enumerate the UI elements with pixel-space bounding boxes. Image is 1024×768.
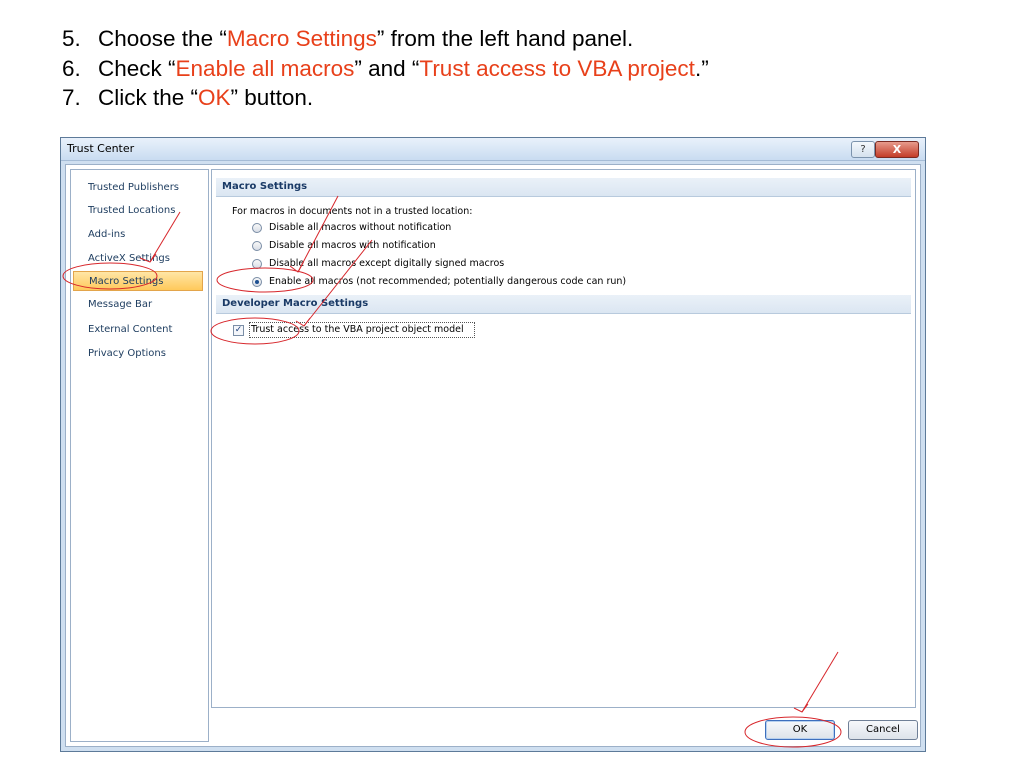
macro-settings-section-header: Macro Settings <box>216 178 911 197</box>
radio-disable-with-notification[interactable] <box>252 241 262 251</box>
help-icon: ? <box>860 144 866 155</box>
help-button[interactable]: ? <box>851 141 875 158</box>
nav-item-add-ins[interactable]: Add-ins <box>73 225 203 245</box>
developer-macro-section-header: Developer Macro Settings <box>216 295 911 314</box>
nav-item-message-bar[interactable]: Message Bar <box>73 295 203 315</box>
nav-item-trusted-publishers[interactable]: Trusted Publishers <box>73 178 203 198</box>
nav-item-external-content[interactable]: External Content <box>73 320 203 340</box>
ok-button[interactable]: OK <box>765 720 835 740</box>
instruction-line: 5. Choose the “Macro Settings” from the l… <box>62 24 709 54</box>
nav-item-trusted-locations[interactable]: Trusted Locations <box>73 201 203 221</box>
instruction-text: ” and “ <box>354 55 420 81</box>
settings-content-panel: Macro Settings For macros in documents n… <box>211 169 916 708</box>
step-number: 6. <box>62 55 81 81</box>
title-bar[interactable]: Trust Center ? X <box>61 138 925 161</box>
instruction-text: ” button. <box>230 85 314 110</box>
radio-label[interactable]: Disable all macros except digitally sign… <box>269 258 504 269</box>
nav-item-privacy-options[interactable]: Privacy Options <box>73 344 203 364</box>
radio-disable-except-signed[interactable] <box>252 259 262 269</box>
instruction-highlight: Macro Settings <box>226 26 377 51</box>
close-button[interactable]: X <box>875 141 919 158</box>
instruction-text: Choose the “ <box>98 26 227 51</box>
radio-label[interactable]: Disable all macros with notification <box>269 240 436 251</box>
instruction-line: 7. Click the “OK” button. <box>62 83 709 113</box>
dialog-body: Trusted Publishers Trusted Locations Add… <box>65 164 921 747</box>
instruction-highlight: Trust access to VBA project <box>419 55 695 81</box>
macro-intro-text: For macros in documents not in a trusted… <box>232 206 473 217</box>
trust-vba-checkbox[interactable]: ✓ <box>233 325 244 336</box>
radio-label[interactable]: Disable all macros without notification <box>269 222 451 233</box>
trust-center-dialog: Trust Center ? X Trusted Publishers Trus… <box>60 137 926 752</box>
dialog-title: Trust Center <box>67 142 135 155</box>
instruction-text: Check “ <box>98 55 176 81</box>
cancel-button[interactable]: Cancel <box>848 720 918 740</box>
close-icon: X <box>892 143 902 156</box>
check-icon: ✓ <box>234 325 243 335</box>
instruction-text: ” from the left hand panel. <box>376 26 634 51</box>
instruction-text: Click the “ <box>98 85 199 110</box>
instructions: 5. Choose the “Macro Settings” from the l… <box>62 24 709 113</box>
instruction-text: .” <box>694 55 709 81</box>
nav-item-activex-settings[interactable]: ActiveX Settings <box>73 249 203 269</box>
radio-label[interactable]: Enable all macros (not recommended; pote… <box>269 276 626 287</box>
instruction-highlight: Enable all macros <box>175 55 355 81</box>
nav-item-macro-settings[interactable]: Macro Settings <box>73 271 203 291</box>
step-number: 7. <box>62 85 81 110</box>
step-number: 5. <box>62 26 81 51</box>
radio-enable-all-macros[interactable] <box>252 277 262 287</box>
instruction-line: 6. Check “Enable all macros” and “Trust a… <box>62 54 709 84</box>
left-nav-panel: Trusted Publishers Trusted Locations Add… <box>70 169 209 742</box>
radio-disable-no-notification[interactable] <box>252 223 262 233</box>
trust-vba-label[interactable]: Trust access to the VBA project object m… <box>251 324 464 335</box>
instruction-highlight: OK <box>198 85 231 110</box>
